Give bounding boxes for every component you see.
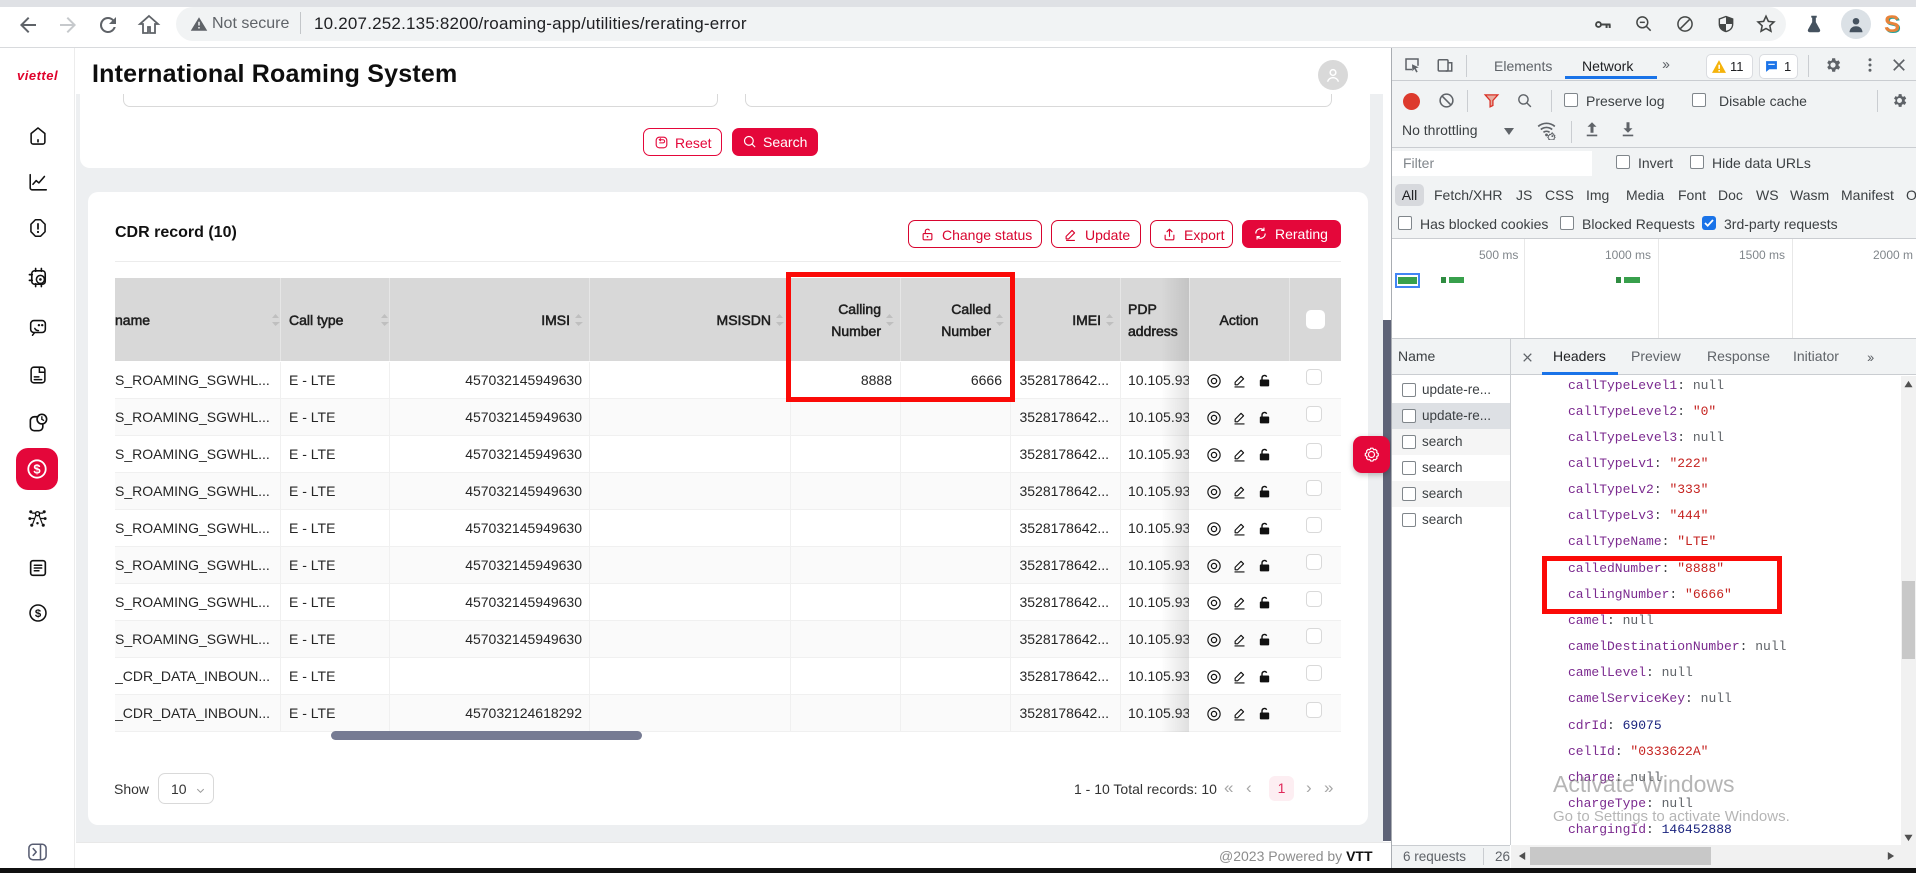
- svg-text:$: $: [33, 462, 41, 477]
- svg-text:$: $: [35, 608, 42, 620]
